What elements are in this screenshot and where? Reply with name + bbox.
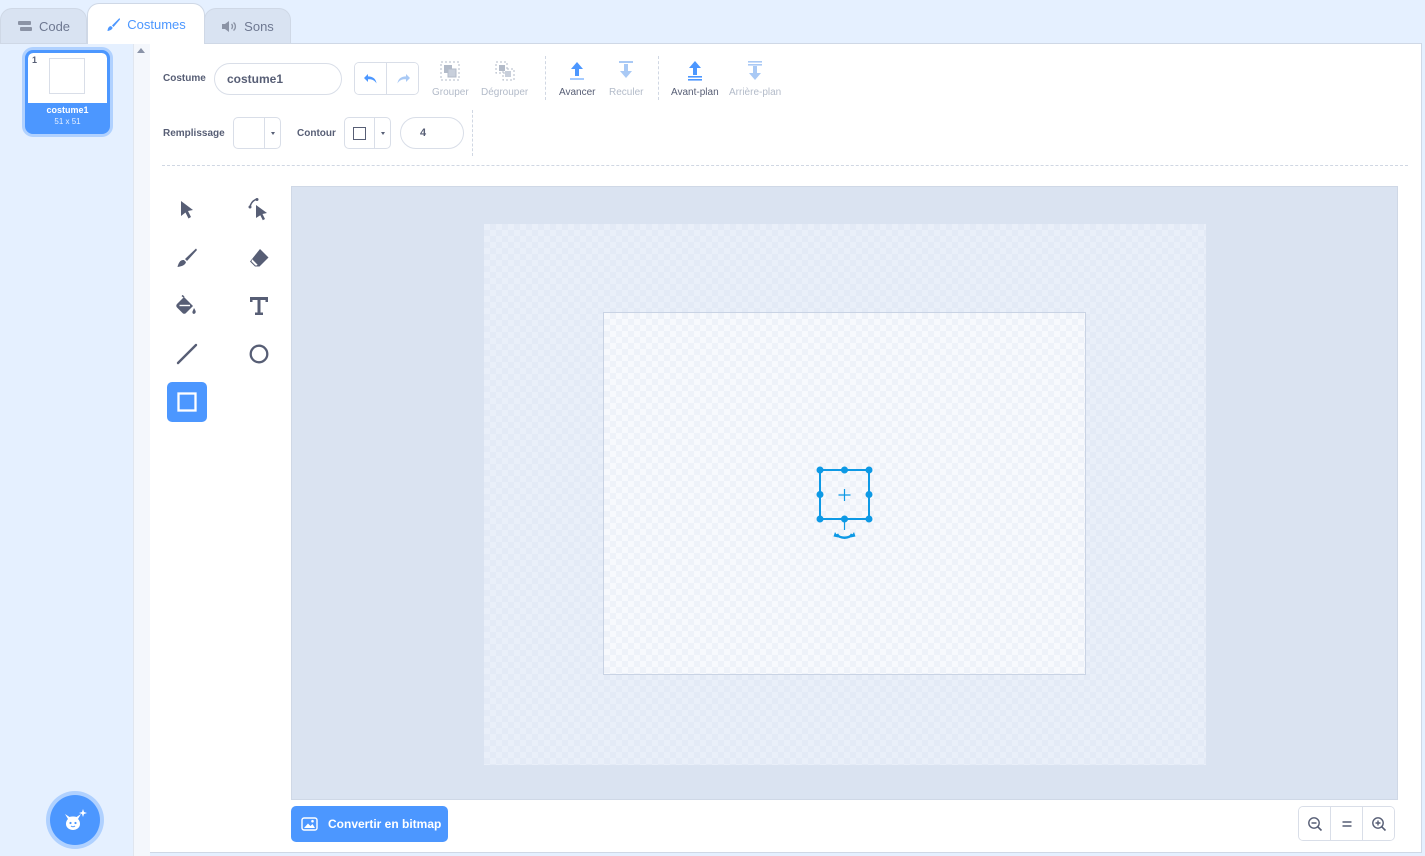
choose-costume-button[interactable] xyxy=(50,795,100,845)
tab-sounds[interactable]: Sons xyxy=(204,8,291,43)
zoom-out-button[interactable] xyxy=(1299,807,1330,840)
costume-name-label: Costume xyxy=(163,73,206,84)
forward-button[interactable]: Avancer xyxy=(559,60,596,98)
costume-item-name: costume1 xyxy=(46,105,89,115)
equals-icon xyxy=(1342,820,1351,827)
backward-label: Reculer xyxy=(609,87,644,98)
zoom-reset-button[interactable] xyxy=(1330,807,1362,840)
group-icon xyxy=(440,61,460,81)
zoom-in-icon xyxy=(1371,816,1386,831)
undo-button[interactable] xyxy=(355,63,386,94)
paint-bucket-icon xyxy=(176,295,196,314)
to-back-icon xyxy=(748,61,763,80)
circle-tool[interactable] xyxy=(239,334,279,374)
costume-index: 1 xyxy=(32,55,38,65)
reshape-icon xyxy=(248,198,267,221)
toolbar-divider xyxy=(472,110,473,156)
group-button[interactable]: Grouper xyxy=(432,60,469,98)
stroke-width-input[interactable] xyxy=(400,117,464,149)
eraser-icon xyxy=(250,249,269,267)
image-icon xyxy=(301,817,318,831)
reshape-tool[interactable] xyxy=(239,190,279,230)
code-blocks-icon xyxy=(17,20,32,31)
fill-swatch xyxy=(234,118,264,148)
paint-canvas[interactable] xyxy=(291,186,1398,800)
eraser-tool[interactable] xyxy=(239,238,279,278)
select-tool[interactable] xyxy=(167,190,207,230)
undo-icon xyxy=(363,73,376,83)
to-front-button[interactable]: Avant-plan xyxy=(671,60,719,98)
outline-label: Contour xyxy=(297,128,336,139)
rectangle-icon xyxy=(177,392,197,412)
center-crosshair-icon xyxy=(838,489,851,501)
outline-swatch xyxy=(345,118,374,148)
toolbar-divider xyxy=(658,56,659,100)
line-tool[interactable] xyxy=(167,334,207,374)
forward-icon xyxy=(570,62,585,80)
tab-code[interactable]: Code xyxy=(0,8,87,43)
selection-overlay xyxy=(816,466,873,539)
rotate-handle-icon[interactable] xyxy=(833,519,856,539)
tab-costumes-label: Costumes xyxy=(127,16,186,32)
redo-icon xyxy=(397,73,410,83)
backward-icon xyxy=(619,61,634,78)
brush-tool[interactable] xyxy=(167,238,207,278)
undo-redo-group xyxy=(354,62,419,95)
outline-dropdown-caret xyxy=(374,118,390,148)
costume-item[interactable]: 1 costume1 51 x 51 xyxy=(25,50,110,134)
group-label: Grouper xyxy=(432,87,469,98)
to-back-button[interactable]: Arrière-plan xyxy=(729,60,781,98)
zoom-in-button[interactable] xyxy=(1362,807,1394,840)
costume-name-input[interactable] xyxy=(214,63,342,95)
tab-code-label: Code xyxy=(38,18,71,34)
zoom-controls xyxy=(1298,806,1395,841)
ungroup-button[interactable]: Dégrouper xyxy=(481,60,528,98)
costume-thumbnail xyxy=(49,58,85,94)
arrow-cursor-icon xyxy=(181,201,193,219)
brush-icon xyxy=(177,248,197,267)
to-front-label: Avant-plan xyxy=(671,87,719,98)
ungroup-icon xyxy=(495,61,515,81)
tab-costumes[interactable]: Costumes xyxy=(87,3,205,44)
toolbar-divider xyxy=(545,56,546,100)
costume-list-panel: 1 costume1 51 x 51 xyxy=(0,43,150,856)
to-back-label: Arrière-plan xyxy=(729,87,782,98)
redo-button[interactable] xyxy=(386,63,418,94)
scroll-up-arrow-icon[interactable] xyxy=(137,48,145,53)
cat-add-icon xyxy=(65,809,87,830)
costume-item-size: 51 x 51 xyxy=(54,117,81,126)
fill-dropdown-caret xyxy=(264,118,280,148)
rectangle-tool[interactable] xyxy=(167,382,207,422)
costume-list-scrollbar[interactable] xyxy=(133,44,150,856)
ungroup-label: Dégrouper xyxy=(481,87,529,98)
forward-label: Avancer xyxy=(559,87,596,98)
fill-label: Remplissage xyxy=(163,128,225,139)
line-icon xyxy=(176,343,198,365)
editor-tabs: Code Costumes Sons xyxy=(0,0,1425,44)
paint-editor: Costume Grouper Dégrouper Avancer Recule… xyxy=(150,43,1422,853)
fill-tool[interactable] xyxy=(167,286,207,326)
text-tool[interactable] xyxy=(239,286,279,326)
backward-button[interactable]: Reculer xyxy=(609,60,643,98)
outline-color-picker[interactable] xyxy=(344,117,391,149)
convert-to-bitmap-button[interactable]: Convertir en bitmap xyxy=(291,806,448,842)
convert-to-bitmap-label: Convertir en bitmap xyxy=(328,817,442,831)
circle-icon xyxy=(249,344,269,364)
speaker-icon xyxy=(222,20,237,32)
costume-thumbnail-area: 1 xyxy=(28,53,107,103)
tab-sounds-label: Sons xyxy=(244,18,274,34)
brush-icon xyxy=(107,17,121,31)
toolbar-separator xyxy=(162,165,1408,166)
text-icon xyxy=(250,297,268,315)
zoom-out-icon xyxy=(1307,816,1322,831)
to-front-icon xyxy=(687,61,702,81)
fill-color-picker[interactable] xyxy=(233,117,281,149)
